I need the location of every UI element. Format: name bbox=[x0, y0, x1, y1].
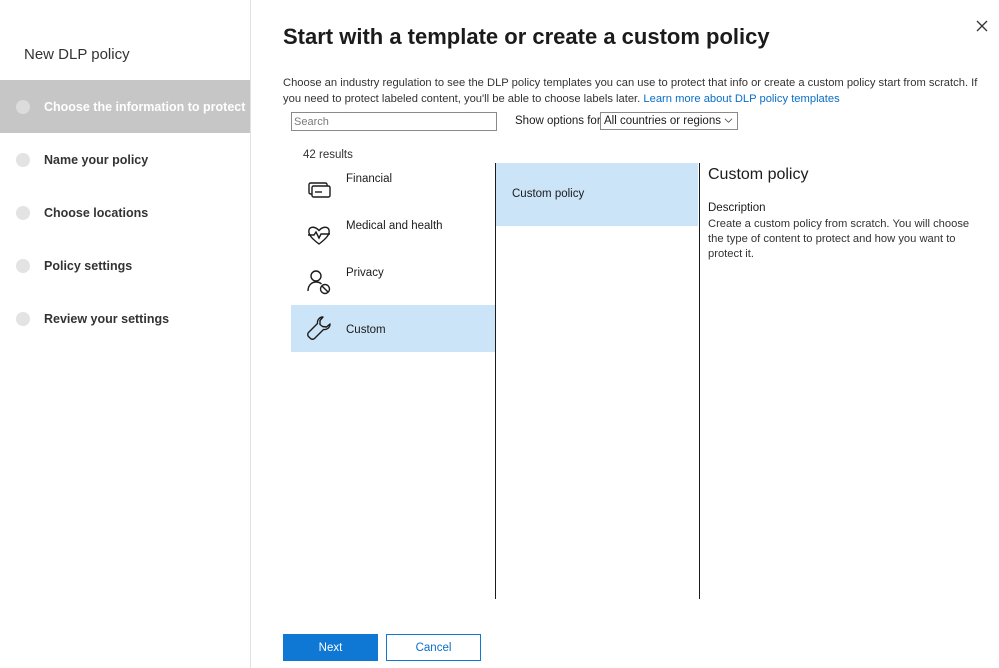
wrench-icon bbox=[307, 316, 331, 340]
cancel-button[interactable]: Cancel bbox=[386, 634, 481, 661]
step-indicator-icon bbox=[16, 205, 30, 220]
detail-title: Custom policy bbox=[708, 166, 809, 183]
category-custom[interactable]: Custom bbox=[291, 305, 495, 352]
step-indicator-icon bbox=[16, 258, 30, 273]
step-name-policy[interactable]: Name your policy bbox=[0, 133, 250, 186]
category-financial[interactable]: Financial bbox=[291, 165, 495, 212]
step-label: Choose the information to protect bbox=[44, 99, 246, 114]
template-custom-policy[interactable]: Custom policy bbox=[496, 163, 698, 226]
wizard-title: New DLP policy bbox=[24, 46, 130, 63]
step-indicator-icon bbox=[16, 99, 30, 114]
show-options-label: Show options for bbox=[515, 115, 601, 127]
category-label: Financial bbox=[346, 173, 393, 185]
step-choose-locations[interactable]: Choose locations bbox=[0, 186, 250, 239]
results-count: 42 results bbox=[303, 149, 353, 161]
heart-pulse-icon bbox=[308, 226, 330, 245]
step-review-settings[interactable]: Review your settings bbox=[0, 292, 250, 345]
region-select[interactable]: All countries or regions bbox=[600, 112, 738, 130]
step-label: Policy settings bbox=[44, 258, 133, 273]
chevron-down-icon bbox=[724, 118, 733, 123]
next-button[interactable]: Next bbox=[283, 634, 378, 661]
credit-card-icon bbox=[308, 182, 331, 198]
detail-description: Create a custom policy from scratch. You… bbox=[708, 218, 970, 260]
wizard-sidebar: New DLP policy Choose the information to… bbox=[0, 0, 251, 668]
step-policy-settings[interactable]: Policy settings bbox=[0, 239, 250, 292]
category-medical-health[interactable]: Medical and health bbox=[291, 212, 495, 259]
description-text: Choose an industry regulation to see the… bbox=[283, 77, 978, 105]
page-description: Choose an industry regulation to see the… bbox=[283, 75, 983, 107]
region-select-value: All countries or regions bbox=[604, 115, 721, 127]
step-label: Review your settings bbox=[44, 311, 170, 326]
page-title: Start with a template or create a custom… bbox=[283, 24, 770, 49]
category-label: Privacy bbox=[346, 267, 384, 279]
step-indicator-icon bbox=[16, 152, 30, 167]
category-label: Custom bbox=[346, 324, 386, 336]
column-divider bbox=[495, 163, 496, 599]
step-choose-information[interactable]: Choose the information to protect bbox=[0, 80, 250, 133]
category-label: Medical and health bbox=[346, 220, 443, 232]
step-label: Choose locations bbox=[44, 205, 149, 220]
step-indicator-icon bbox=[16, 311, 30, 326]
search-input[interactable] bbox=[291, 112, 497, 131]
detail-description-label: Description bbox=[708, 202, 766, 214]
step-label: Name your policy bbox=[44, 152, 149, 167]
column-divider bbox=[699, 163, 700, 599]
template-label: Custom policy bbox=[512, 188, 585, 200]
learn-more-link[interactable]: Learn more about DLP policy templates bbox=[643, 93, 839, 105]
person-blocked-icon bbox=[307, 270, 331, 295]
close-icon[interactable] bbox=[974, 18, 990, 34]
category-privacy[interactable]: Privacy bbox=[291, 259, 495, 306]
